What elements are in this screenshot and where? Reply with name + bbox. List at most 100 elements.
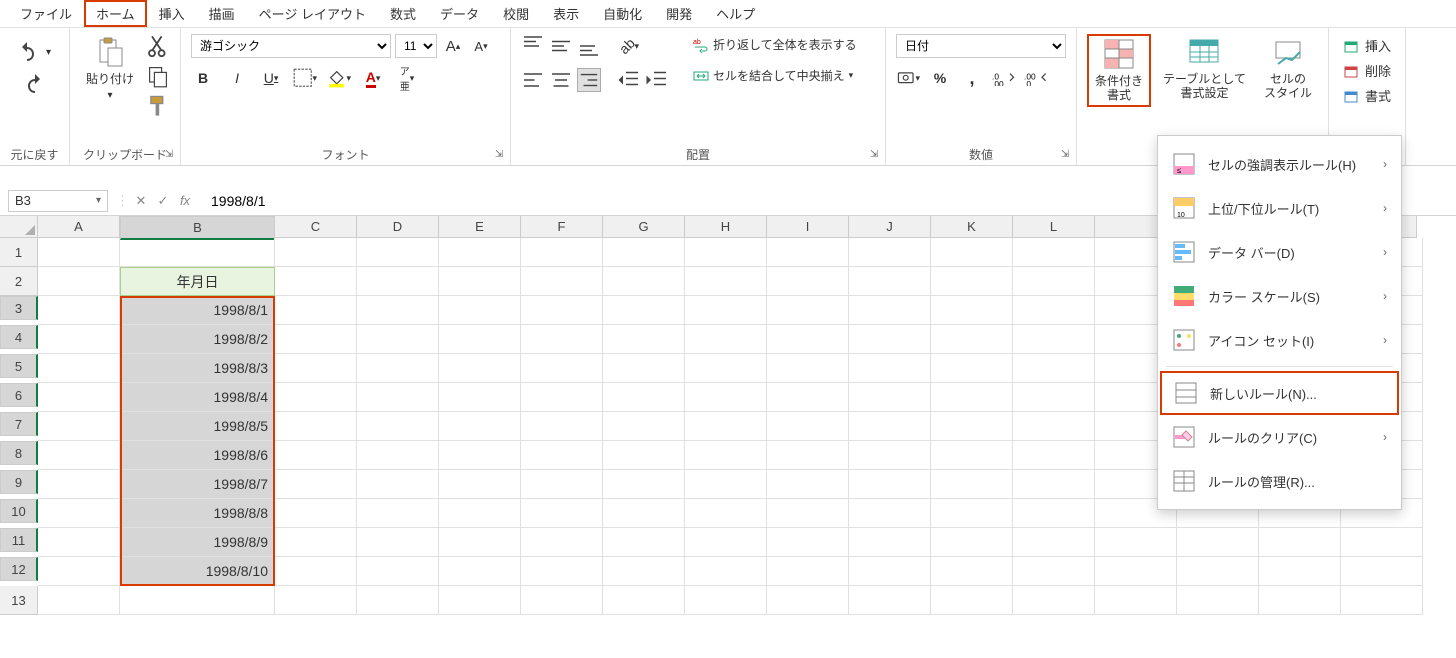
number-dialog-launcher[interactable]: ⇲ bbox=[1058, 147, 1072, 161]
cell[interactable] bbox=[1013, 238, 1095, 267]
menu-view[interactable]: 表示 bbox=[541, 0, 591, 27]
cell[interactable]: 1998/8/3 bbox=[120, 354, 275, 383]
cell[interactable] bbox=[767, 557, 849, 586]
menu-pagelayout[interactable]: ページ レイアウト bbox=[247, 0, 378, 27]
cell[interactable]: 年月日 bbox=[120, 267, 275, 296]
copy-button[interactable] bbox=[146, 64, 170, 88]
cell[interactable] bbox=[439, 412, 521, 441]
cell[interactable] bbox=[275, 528, 357, 557]
cell[interactable]: 1998/8/6 bbox=[120, 441, 275, 470]
cell[interactable] bbox=[1259, 557, 1341, 586]
row-header[interactable]: 10 bbox=[0, 499, 38, 523]
cell[interactable] bbox=[685, 296, 767, 325]
cell[interactable] bbox=[357, 586, 439, 615]
col-header-k[interactable]: K bbox=[931, 216, 1013, 238]
menu-data[interactable]: データ bbox=[428, 0, 491, 27]
row-header[interactable]: 12 bbox=[0, 557, 38, 581]
cell[interactable] bbox=[767, 586, 849, 615]
cell[interactable] bbox=[1013, 441, 1095, 470]
paste-dropdown-icon[interactable]: ▾ bbox=[107, 90, 112, 101]
name-box-dropdown-icon[interactable]: ▾ bbox=[96, 195, 101, 206]
cell[interactable] bbox=[603, 238, 685, 267]
dd-new-rule[interactable]: 新しいルール(N)... bbox=[1160, 371, 1399, 415]
cell[interactable] bbox=[275, 557, 357, 586]
cell[interactable] bbox=[685, 470, 767, 499]
cell[interactable]: 1998/8/10 bbox=[120, 557, 275, 586]
cell[interactable] bbox=[1341, 557, 1423, 586]
cell[interactable] bbox=[603, 354, 685, 383]
menu-insert[interactable]: 挿入 bbox=[147, 0, 197, 27]
row-header[interactable]: 6 bbox=[0, 383, 38, 407]
cell[interactable] bbox=[1013, 412, 1095, 441]
cell[interactable] bbox=[1013, 499, 1095, 528]
cell[interactable] bbox=[931, 412, 1013, 441]
cell[interactable] bbox=[767, 267, 849, 296]
align-right-button[interactable] bbox=[577, 68, 601, 92]
cell[interactable] bbox=[603, 325, 685, 354]
underline-button[interactable]: U ▾ bbox=[259, 66, 283, 90]
orientation-button[interactable]: ab ▾ bbox=[617, 34, 641, 58]
col-header-h[interactable]: H bbox=[685, 216, 767, 238]
menu-automate[interactable]: 自動化 bbox=[591, 0, 654, 27]
cell[interactable] bbox=[38, 296, 120, 325]
cell[interactable] bbox=[439, 267, 521, 296]
number-format-select[interactable]: 日付 bbox=[896, 34, 1066, 58]
cell[interactable] bbox=[38, 354, 120, 383]
fx-button[interactable]: fx bbox=[175, 193, 195, 209]
cell[interactable] bbox=[275, 383, 357, 412]
cell[interactable] bbox=[603, 296, 685, 325]
col-header-f[interactable]: F bbox=[521, 216, 603, 238]
cell[interactable] bbox=[521, 354, 603, 383]
cell[interactable] bbox=[439, 586, 521, 615]
cell[interactable] bbox=[1095, 586, 1177, 615]
cell[interactable] bbox=[521, 325, 603, 354]
cell[interactable] bbox=[767, 296, 849, 325]
menu-formulas[interactable]: 数式 bbox=[378, 0, 428, 27]
cell[interactable] bbox=[849, 267, 931, 296]
cell[interactable] bbox=[1013, 267, 1095, 296]
cell[interactable] bbox=[849, 441, 931, 470]
cell[interactable] bbox=[38, 238, 120, 267]
cut-button[interactable] bbox=[146, 34, 170, 58]
col-header-e[interactable]: E bbox=[439, 216, 521, 238]
cell[interactable] bbox=[439, 325, 521, 354]
redo-button[interactable] bbox=[23, 72, 47, 96]
cell[interactable] bbox=[603, 412, 685, 441]
cell[interactable] bbox=[849, 383, 931, 412]
cell[interactable] bbox=[931, 528, 1013, 557]
cell[interactable] bbox=[521, 586, 603, 615]
cell[interactable] bbox=[685, 325, 767, 354]
cell[interactable] bbox=[931, 325, 1013, 354]
col-header-l[interactable]: L bbox=[1013, 216, 1095, 238]
cell[interactable] bbox=[1013, 470, 1095, 499]
col-header-d[interactable]: D bbox=[357, 216, 439, 238]
col-header-a[interactable]: A bbox=[38, 216, 120, 238]
cell[interactable] bbox=[521, 528, 603, 557]
cell[interactable] bbox=[275, 470, 357, 499]
cell[interactable] bbox=[357, 412, 439, 441]
align-middle-button[interactable] bbox=[549, 34, 573, 58]
cell[interactable] bbox=[849, 354, 931, 383]
cell[interactable] bbox=[275, 238, 357, 267]
cell[interactable] bbox=[849, 412, 931, 441]
cell[interactable]: 1998/8/7 bbox=[120, 470, 275, 499]
cell[interactable] bbox=[439, 557, 521, 586]
format-cells-button[interactable]: 書式 bbox=[1339, 84, 1395, 107]
cell[interactable] bbox=[275, 267, 357, 296]
cell[interactable] bbox=[275, 412, 357, 441]
menu-draw[interactable]: 描画 bbox=[197, 0, 247, 27]
cell[interactable] bbox=[1013, 354, 1095, 383]
cell[interactable] bbox=[1259, 586, 1341, 615]
cell[interactable] bbox=[1177, 586, 1259, 615]
dd-data-bars[interactable]: データ バー(D) › bbox=[1158, 230, 1401, 274]
cell[interactable] bbox=[685, 586, 767, 615]
col-header-i[interactable]: I bbox=[767, 216, 849, 238]
menu-home[interactable]: ホーム bbox=[84, 0, 147, 27]
cell[interactable] bbox=[685, 383, 767, 412]
decrease-decimal-button[interactable]: .00.0 bbox=[1024, 66, 1048, 90]
formatpainter-button[interactable] bbox=[146, 94, 170, 118]
cell[interactable] bbox=[357, 267, 439, 296]
cell[interactable] bbox=[931, 238, 1013, 267]
italic-button[interactable]: I bbox=[225, 66, 249, 90]
col-header-j[interactable]: J bbox=[849, 216, 931, 238]
